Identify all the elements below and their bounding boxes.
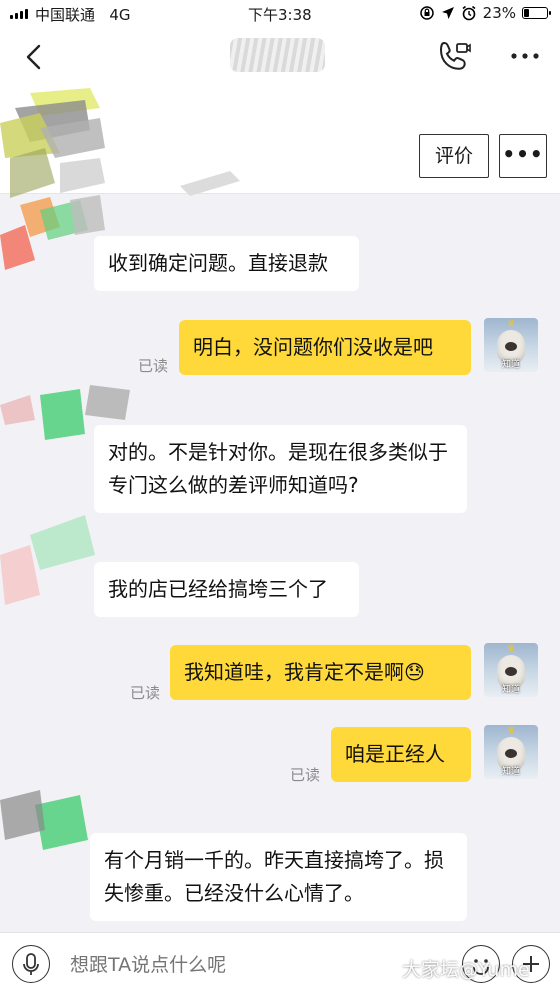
outgoing-message: 咱是正经人: [331, 727, 471, 782]
crown-icon: ♛: [506, 644, 516, 654]
message-text: 我知道哇，我肯定不是啊: [184, 660, 404, 684]
avatar[interactable]: ♛ 知道: [484, 725, 538, 779]
lock-rotation-icon: [419, 6, 434, 20]
shop-logo-redacted: [0, 88, 105, 198]
message-text: 我的店已经给搞垮三个了: [108, 577, 328, 601]
signal-icon: [10, 9, 28, 19]
back-arrow-icon[interactable]: [20, 42, 50, 72]
battery-icon: [522, 7, 551, 19]
read-status: 已读: [130, 684, 161, 702]
carrier-label: 中国联通 4G: [35, 6, 131, 24]
avatar[interactable]: ♛ 知道: [484, 318, 538, 372]
incoming-message: 我的店已经给搞垮三个了: [94, 562, 359, 617]
more-options-icon[interactable]: [508, 42, 542, 70]
incoming-message: 有个月销一千的。昨天直接搞垮了。损失惨重。已经没什么心情了。: [90, 833, 467, 921]
location-icon: [441, 7, 454, 19]
read-status: 已读: [138, 357, 169, 375]
rate-button[interactable]: 评价: [419, 134, 489, 178]
watermark: 大家坛@Yume: [402, 959, 530, 981]
more-actions-button[interactable]: •••: [499, 134, 547, 178]
redaction-scribble: [180, 171, 240, 196]
chat-area: 收到确定问题。直接退款 已读 明白，没问题你们没收是吧 ♛ 知道 对的。不是针对你…: [0, 195, 560, 931]
outgoing-message: 明白，没问题你们没收是吧: [179, 320, 471, 375]
contact-name-redacted: [230, 38, 325, 72]
crown-icon: ♛: [506, 726, 516, 736]
incoming-message: 对的。不是针对你。是现在很多类似于专门这么做的差评师知道吗?: [94, 425, 467, 513]
alarm-icon: [462, 5, 476, 21]
emoji-icon: 😓: [404, 660, 425, 684]
read-status: 已读: [290, 766, 321, 784]
avatar-caption: 知道: [501, 767, 520, 777]
microphone-icon: [22, 952, 39, 975]
avatar[interactable]: ♛ 知道: [484, 643, 538, 697]
outgoing-message: 我知道哇，我肯定不是啊😓: [170, 645, 471, 700]
message-text: 咱是正经人: [345, 742, 445, 766]
message-text: 对的。不是针对你。是现在很多类似于专门这么做的差评师知道吗?: [108, 440, 448, 497]
network-label: 4G: [109, 6, 131, 24]
nav-bar: [0, 28, 560, 88]
message-text: 明白，没问题你们没收是吧: [193, 335, 433, 359]
avatar-redacted: [0, 515, 95, 605]
message-input[interactable]: [70, 947, 430, 983]
avatar-caption: 知道: [501, 360, 520, 370]
status-bar: 中国联通 4G 下午3:38 23%: [0, 0, 560, 28]
voice-video-call-icon[interactable]: [438, 40, 472, 72]
crown-icon: ♛: [506, 319, 516, 329]
avatar-caption: 知道: [501, 685, 520, 695]
incoming-message: 收到确定问题。直接退款: [94, 236, 359, 291]
order-header: 评价 •••: [0, 88, 560, 198]
message-text: 收到确定问题。直接退款: [108, 251, 328, 275]
message-text: 有个月销一千的。昨天直接搞垮了。损失惨重。已经没什么心情了。: [104, 848, 444, 905]
clock: 下午3:38: [248, 6, 312, 24]
voice-input-button[interactable]: [12, 945, 50, 983]
battery-percent: 23%: [482, 4, 516, 22]
